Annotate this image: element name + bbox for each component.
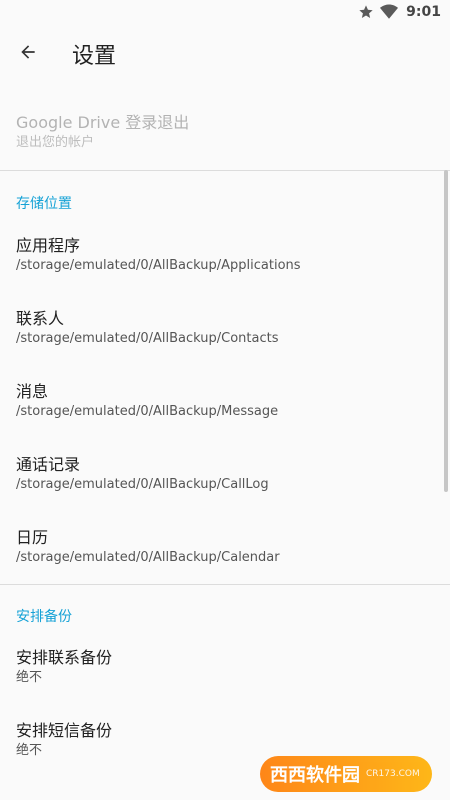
pref-subtitle: /storage/emulated/0/AllBackup/Contacts <box>16 331 279 346</box>
pref-subtitle: /storage/emulated/0/AllBackup/Message <box>16 404 279 419</box>
schedule-category-header: 安排备份 <box>16 609 72 625</box>
pref-subtitle: 退出您的帐户 <box>16 135 95 150</box>
toolbar: 设置 <box>0 24 450 84</box>
watermark-text: 西西软件园 <box>270 765 360 786</box>
star-icon <box>358 4 374 20</box>
pref-title: 消息 <box>16 382 49 401</box>
pref-subtitle: 绝不 <box>16 670 43 685</box>
status-time: 9:01 <box>406 4 441 20</box>
storage-pref-calendar[interactable]: 日历 /storage/emulated/0/AllBackup/Calenda… <box>0 527 450 581</box>
watermark-logo: 西西软件园 CR173.COM <box>260 756 432 792</box>
status-bar: 9:01 <box>0 0 450 24</box>
scrollbar[interactable] <box>444 170 448 492</box>
google-drive-logout-pref[interactable]: Google Drive 登录退出 退出您的帐户 <box>0 104 450 170</box>
pref-title: 安排短信备份 <box>16 721 113 740</box>
schedule-pref-contacts[interactable]: 安排联系备份 绝不 <box>0 647 450 720</box>
pref-subtitle: /storage/emulated/0/AllBackup/Calendar <box>16 550 280 565</box>
pref-subtitle: /storage/emulated/0/AllBackup/CallLog <box>16 477 269 492</box>
pref-title: Google Drive 登录退出 <box>16 113 190 132</box>
storage-pref-calllog[interactable]: 通话记录 /storage/emulated/0/AllBackup/CallL… <box>0 454 450 527</box>
storage-pref-contacts[interactable]: 联系人 /storage/emulated/0/AllBackup/Contac… <box>0 308 450 381</box>
pref-title: 日历 <box>16 528 49 547</box>
storage-pref-message[interactable]: 消息 /storage/emulated/0/AllBackup/Message <box>0 381 450 454</box>
storage-pref-applications[interactable]: 应用程序 /storage/emulated/0/AllBackup/Appli… <box>0 235 450 308</box>
wifi-icon <box>380 4 399 20</box>
pref-title: 通话记录 <box>16 455 81 474</box>
pref-title: 应用程序 <box>16 236 81 255</box>
storage-category-header: 存储位置 <box>16 196 72 212</box>
pref-subtitle: /storage/emulated/0/AllBackup/Applicatio… <box>16 258 301 273</box>
pref-title: 联系人 <box>16 309 65 328</box>
page-title: 设置 <box>72 44 117 69</box>
settings-list: Google Drive 登录退出 退出您的帐户 存储位置 应用程序 /stor… <box>0 104 450 780</box>
pref-title: 安排联系备份 <box>16 648 113 667</box>
back-button[interactable] <box>0 26 56 82</box>
watermark-small: CR173.COM <box>366 769 420 779</box>
arrow-back-icon <box>18 42 38 66</box>
